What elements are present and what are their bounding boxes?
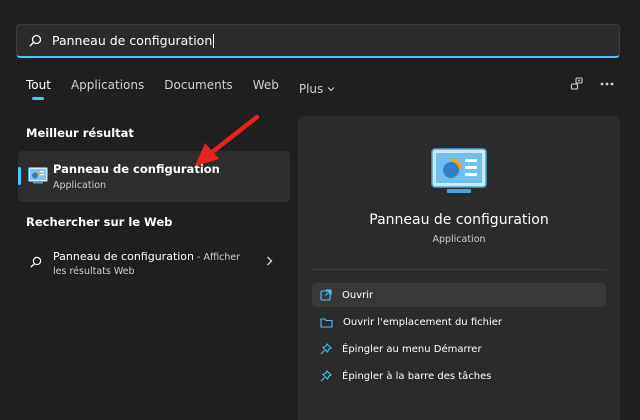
open-action[interactable]: Ouvrir <box>312 283 606 307</box>
control-panel-icon <box>28 167 48 184</box>
open-icon <box>320 289 332 301</box>
filter-tabs: Tout Applications Documents Web Plus <box>26 78 355 100</box>
pin-to-taskbar-action[interactable]: Épingler à la barre des tâches <box>312 364 606 388</box>
detail-subtitle: Application <box>432 234 486 245</box>
account-switch-icon[interactable] <box>570 77 584 91</box>
web-search-heading: Rechercher sur le Web <box>26 215 173 229</box>
best-result-heading: Meilleur résultat <box>26 126 134 140</box>
detail-panel: Panneau de configuration Application Ouv… <box>298 116 620 420</box>
top-actions <box>570 77 614 91</box>
tab-applications[interactable]: Applications <box>71 78 144 100</box>
search-input[interactable]: Panneau de configuration <box>16 24 620 58</box>
web-search-result[interactable]: Panneau de configuration - Afficher les … <box>18 244 290 288</box>
chevron-down-icon <box>327 87 335 92</box>
pin-icon <box>320 370 332 382</box>
folder-icon <box>320 317 333 328</box>
divider <box>312 269 606 270</box>
red-arrow-annotation <box>195 114 260 166</box>
tab-more[interactable]: Plus <box>299 78 335 100</box>
pin-to-taskbar-label: Épingler à la barre des tâches <box>342 370 492 382</box>
chevron-right-icon[interactable] <box>266 256 273 266</box>
detail-title: Panneau de configuration <box>369 212 549 228</box>
tab-more-label: Plus <box>298 82 324 96</box>
pin-to-start-action[interactable]: Épingler au menu Démarrer <box>312 337 606 361</box>
tab-documents[interactable]: Documents <box>164 78 232 100</box>
best-result-type: Application <box>53 180 107 191</box>
tab-all[interactable]: Tout <box>26 78 51 100</box>
tab-web[interactable]: Web <box>253 78 279 100</box>
control-panel-large-icon <box>431 148 487 193</box>
open-file-location-action[interactable]: Ouvrir l'emplacement du fichier <box>312 310 606 334</box>
web-result-subtitle: les résultats Web <box>53 266 135 277</box>
pin-icon <box>320 343 332 355</box>
open-label: Ouvrir <box>342 289 374 301</box>
text-caret <box>213 34 215 49</box>
web-result-title: Panneau de configuration - Afficher <box>53 250 241 263</box>
selection-indicator <box>18 167 21 185</box>
search-icon <box>29 34 42 47</box>
more-options-icon[interactable] <box>600 82 614 86</box>
open-file-location-label: Ouvrir l'emplacement du fichier <box>343 316 503 328</box>
pin-to-start-label: Épingler au menu Démarrer <box>342 343 482 355</box>
search-query: Panneau de configuration <box>52 32 215 49</box>
search-icon <box>30 256 42 268</box>
